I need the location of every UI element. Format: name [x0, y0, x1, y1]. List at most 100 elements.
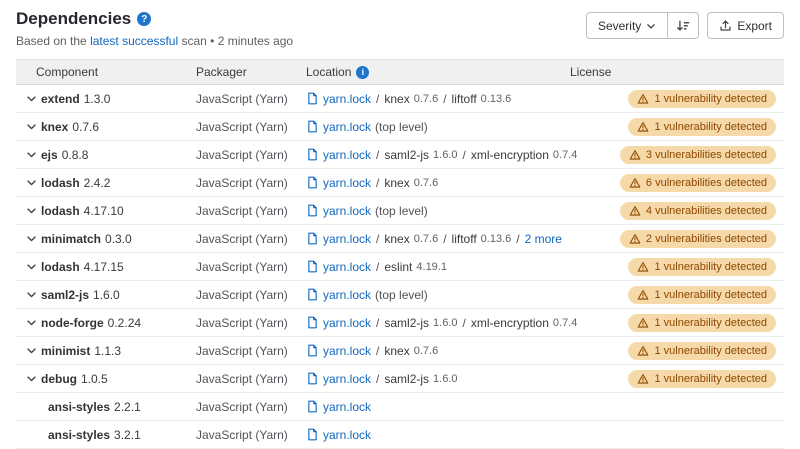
chevron-down-icon[interactable] — [26, 205, 37, 216]
chevron-down-icon[interactable] — [26, 93, 37, 104]
component-name: lodash — [41, 176, 80, 190]
location-cell: yarn.lock/knex0.7.6 — [306, 344, 570, 358]
warning-triangle-icon — [637, 121, 649, 133]
export-label: Export — [737, 19, 772, 33]
license-cell: 1 vulnerability detected — [570, 370, 784, 388]
export-button[interactable]: Export — [707, 12, 784, 39]
packager-cell: JavaScript (Yarn) — [196, 92, 306, 106]
location-file-link[interactable]: yarn.lock — [323, 344, 371, 358]
location-dependency-name: eslint — [384, 260, 412, 274]
subtitle-separator: • — [210, 34, 214, 48]
location-more-link[interactable]: 2 more — [525, 232, 562, 246]
chevron-down-icon — [646, 21, 656, 31]
component-cell: node-forge0.2.24 — [16, 316, 196, 330]
component-cell: lodash 4.17.10 — [16, 204, 196, 218]
location-separator: / — [376, 148, 379, 162]
location-file-link[interactable]: yarn.lock — [323, 428, 371, 442]
vulnerability-badge[interactable]: 4 vulnerabilities detected — [620, 202, 776, 220]
location-file-link[interactable]: yarn.lock — [323, 176, 371, 190]
location-dependency-version: 0.7.6 — [414, 177, 438, 189]
location-dependency-version: 0.13.6 — [481, 93, 512, 105]
chevron-down-icon[interactable] — [26, 317, 37, 328]
vulnerability-badge[interactable]: 1 vulnerability detected — [628, 118, 776, 136]
location-dependency-version: 0.7.6 — [414, 345, 438, 357]
vulnerability-badge[interactable]: 1 vulnerability detected — [628, 258, 776, 276]
warning-triangle-icon — [637, 261, 649, 273]
location-separator: / — [516, 232, 519, 246]
location-file-link[interactable]: yarn.lock — [323, 288, 371, 302]
table-body: extend1.3.0JavaScript (Yarn)yarn.lock/kn… — [16, 85, 784, 449]
location-cell: yarn.lock/knex0.7.6/liftoff0.13.6/2 more — [306, 232, 570, 246]
vulnerability-badge[interactable]: 3 vulnerabilities detected — [620, 146, 776, 164]
chevron-down-icon[interactable] — [26, 233, 37, 244]
location-file-link[interactable]: yarn.lock — [323, 204, 371, 218]
chevron-down-icon[interactable] — [26, 177, 37, 188]
help-icon[interactable]: ? — [137, 12, 151, 26]
license-cell: 1 vulnerability detected — [570, 286, 784, 304]
chevron-down-icon[interactable] — [26, 121, 37, 132]
table-row: saml2-js1.6.0JavaScript (Yarn)yarn.lock(… — [16, 281, 784, 309]
file-icon — [306, 344, 319, 357]
component-name: lodash — [41, 204, 80, 218]
table-row: minimist1.1.3JavaScript (Yarn)yarn.lock/… — [16, 337, 784, 365]
chevron-down-icon[interactable] — [26, 345, 37, 356]
location-cell: yarn.lock/knex0.7.6/liftoff0.13.6 — [306, 92, 570, 106]
location-separator: / — [376, 372, 379, 386]
component-name: saml2-js — [41, 288, 89, 302]
chevron-down-icon[interactable] — [26, 373, 37, 384]
location-cell: yarn.lock/saml2-js1.6.0/xml-encryption0.… — [306, 316, 570, 330]
location-cell: yarn.lock(top level) — [306, 204, 570, 218]
component-name: lodash — [41, 260, 80, 274]
component-name: ejs — [41, 148, 58, 162]
location-dependency-name: liftoff — [452, 92, 477, 106]
chevron-down-icon[interactable] — [26, 149, 37, 160]
vulnerability-badge-label: 1 vulnerability detected — [654, 121, 767, 133]
vulnerability-badge[interactable]: 2 vulnerabilities detected — [620, 230, 776, 248]
location-dependency-name: saml2-js — [384, 148, 429, 162]
vulnerability-badge[interactable]: 1 vulnerability detected — [628, 90, 776, 108]
vulnerability-badge[interactable]: 1 vulnerability detected — [628, 370, 776, 388]
vulnerability-badge[interactable]: 1 vulnerability detected — [628, 286, 776, 304]
page-title: Dependencies — [16, 9, 131, 29]
file-icon — [306, 92, 319, 105]
location-file-link[interactable]: yarn.lock — [323, 148, 371, 162]
location-file-link[interactable]: yarn.lock — [323, 120, 371, 134]
location-dependency-name: saml2-js — [384, 372, 429, 386]
location-file-link[interactable]: yarn.lock — [323, 232, 371, 246]
info-icon[interactable]: i — [356, 66, 369, 79]
sort-direction-button[interactable] — [668, 12, 699, 39]
location-file-link[interactable]: yarn.lock — [323, 372, 371, 386]
location-cell: yarn.lock/eslint4.19.1 — [306, 260, 570, 274]
location-file-link[interactable]: yarn.lock — [323, 260, 371, 274]
warning-triangle-icon — [637, 345, 649, 357]
location-dependency-version: 4.19.1 — [416, 261, 447, 273]
file-icon — [306, 316, 319, 329]
location-file-link[interactable]: yarn.lock — [323, 92, 371, 106]
table-row: node-forge0.2.24JavaScript (Yarn)yarn.lo… — [16, 309, 784, 337]
file-icon — [306, 232, 319, 245]
warning-triangle-icon — [629, 205, 641, 217]
location-separator: / — [376, 176, 379, 190]
component-name: node-forge — [41, 316, 104, 330]
latest-scan-link[interactable]: latest successful — [90, 34, 178, 48]
component-name: ansi-styles — [48, 428, 110, 442]
packager-cell: JavaScript (Yarn) — [196, 204, 306, 218]
warning-triangle-icon — [637, 373, 649, 385]
severity-dropdown[interactable]: Severity — [586, 12, 668, 39]
vulnerability-badge[interactable]: 1 vulnerability detected — [628, 314, 776, 332]
license-cell: 3 vulnerabilities detected — [570, 146, 784, 164]
chevron-down-icon[interactable] — [26, 289, 37, 300]
warning-triangle-icon — [629, 177, 641, 189]
warning-triangle-icon — [637, 317, 649, 329]
location-dependency-name: liftoff — [452, 232, 477, 246]
license-cell: 1 vulnerability detected — [570, 90, 784, 108]
component-name: debug — [41, 372, 77, 386]
component-version: 4.17.10 — [84, 204, 124, 218]
location-file-link[interactable]: yarn.lock — [323, 316, 371, 330]
chevron-down-icon[interactable] — [26, 261, 37, 272]
vulnerability-badge[interactable]: 6 vulnerabilities detected — [620, 174, 776, 192]
vulnerability-badge-label: 1 vulnerability detected — [654, 261, 767, 273]
location-file-link[interactable]: yarn.lock — [323, 400, 371, 414]
vulnerability-badge[interactable]: 1 vulnerability detected — [628, 342, 776, 360]
packager-cell: JavaScript (Yarn) — [196, 288, 306, 302]
